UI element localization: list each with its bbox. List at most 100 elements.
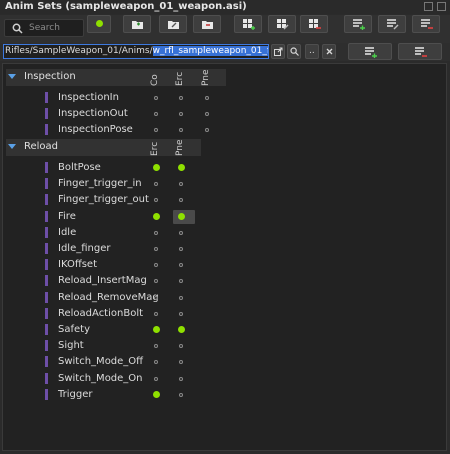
inactive-dot-icon[interactable] bbox=[154, 344, 158, 349]
group-header-inspection[interactable]: Inspection bbox=[6, 69, 226, 86]
inactive-dot-icon[interactable] bbox=[179, 360, 183, 365]
add-anim-button[interactable] bbox=[123, 15, 151, 33]
search-icon bbox=[12, 23, 23, 34]
inactive-dot-icon[interactable] bbox=[154, 182, 158, 187]
item-label: Fire bbox=[58, 210, 76, 222]
inactive-dot-icon[interactable] bbox=[179, 279, 183, 284]
edit-column-button[interactable] bbox=[268, 15, 296, 33]
list-item[interactable]: Fire bbox=[3, 209, 443, 225]
active-dot-icon[interactable] bbox=[177, 164, 185, 171]
list-item[interactable]: Reload_InsertMag bbox=[3, 273, 443, 289]
inactive-dot-icon[interactable] bbox=[179, 295, 183, 300]
status-button[interactable] bbox=[87, 15, 111, 33]
expand-triangle-icon[interactable] bbox=[8, 144, 16, 149]
item-label: Finger_trigger_out bbox=[58, 194, 149, 206]
add-row-button[interactable] bbox=[344, 15, 372, 33]
anim-marker-icon bbox=[45, 388, 48, 400]
inactive-dot-icon[interactable] bbox=[154, 230, 158, 235]
inactive-dot-icon[interactable] bbox=[205, 128, 209, 133]
inactive-dot-icon[interactable] bbox=[154, 311, 158, 316]
list-item[interactable]: BoltPose bbox=[3, 160, 443, 176]
inactive-dot-icon[interactable] bbox=[205, 96, 209, 100]
list-item[interactable]: Finger_trigger_out bbox=[3, 192, 443, 208]
inactive-dot-icon[interactable] bbox=[179, 230, 183, 235]
list-item[interactable]: Idle_finger bbox=[3, 241, 443, 257]
float-icon[interactable] bbox=[424, 2, 433, 11]
inactive-dot-icon[interactable] bbox=[179, 182, 183, 187]
inactive-dot-icon[interactable] bbox=[179, 198, 183, 203]
anim-marker-icon bbox=[45, 178, 48, 190]
remove-row-button-2[interactable] bbox=[398, 43, 442, 60]
active-dot-icon[interactable] bbox=[152, 326, 160, 333]
list-item[interactable]: Sight bbox=[3, 338, 443, 354]
inactive-dot-icon[interactable] bbox=[154, 128, 158, 133]
active-dot-icon[interactable] bbox=[152, 390, 160, 398]
add-column-button[interactable] bbox=[234, 15, 262, 33]
inactive-dot-icon[interactable] bbox=[205, 112, 209, 117]
list-item[interactable]: ReloadActionBolt bbox=[3, 306, 443, 322]
inactive-dot-icon[interactable] bbox=[154, 376, 158, 381]
expand-triangle-icon[interactable] bbox=[8, 74, 16, 79]
list-item[interactable]: Safety bbox=[3, 322, 443, 338]
inactive-dot-icon[interactable] bbox=[179, 263, 183, 268]
inactive-dot-icon[interactable] bbox=[154, 112, 158, 117]
close-path-button[interactable] bbox=[322, 44, 336, 59]
active-dot-icon[interactable] bbox=[152, 212, 160, 220]
active-dot-icon[interactable] bbox=[177, 212, 185, 220]
remove-column-button[interactable] bbox=[300, 15, 328, 33]
list-item[interactable]: IKOffset bbox=[3, 257, 443, 273]
inactive-dot-icon[interactable] bbox=[154, 198, 158, 203]
inactive-dot-icon[interactable] bbox=[179, 392, 183, 397]
inactive-dot-icon[interactable] bbox=[154, 96, 158, 100]
add-file-icon bbox=[132, 21, 143, 29]
inactive-dot-icon[interactable] bbox=[179, 376, 183, 381]
inactive-dot-icon[interactable] bbox=[154, 279, 158, 284]
add-row-button-2[interactable] bbox=[348, 43, 392, 60]
item-label: Idle_finger bbox=[58, 243, 111, 254]
inactive-dot-icon[interactable] bbox=[154, 295, 158, 300]
list-add-icon bbox=[353, 19, 365, 30]
inactive-dot-icon[interactable] bbox=[154, 247, 158, 251]
list-item[interactable]: Reload_RemoveMag bbox=[3, 290, 443, 306]
grid-remove-icon bbox=[309, 19, 321, 29]
active-dot-icon[interactable] bbox=[177, 326, 185, 333]
inactive-dot-icon[interactable] bbox=[179, 311, 183, 316]
remove-folder-button[interactable] bbox=[193, 15, 221, 33]
close-icon[interactable] bbox=[437, 2, 446, 11]
open-external-button[interactable] bbox=[271, 44, 285, 59]
inactive-dot-icon[interactable] bbox=[179, 96, 183, 100]
item-label: InspectionIn bbox=[58, 92, 119, 103]
anim-marker-icon bbox=[45, 372, 48, 384]
search-placeholder: Search bbox=[29, 23, 60, 33]
inactive-dot-icon[interactable] bbox=[179, 344, 183, 349]
item-label: InspectionOut bbox=[58, 108, 128, 120]
find-button[interactable] bbox=[287, 44, 301, 59]
inactive-dot-icon[interactable] bbox=[154, 360, 158, 365]
list-item[interactable]: InspectionPose bbox=[3, 122, 443, 138]
column-header: Pne bbox=[175, 139, 185, 156]
path-field[interactable]: Rifles/SampleWeapon_01/Anims/w_rfl_sampl… bbox=[3, 44, 269, 59]
folder-edit-icon bbox=[168, 21, 179, 29]
list-item[interactable]: Switch_Mode_Off bbox=[3, 354, 443, 370]
inactive-dot-icon[interactable] bbox=[179, 247, 183, 251]
list-item[interactable]: Trigger bbox=[3, 387, 443, 403]
list-item[interactable]: Switch_Mode_On bbox=[3, 371, 443, 387]
list-item[interactable]: Idle bbox=[3, 225, 443, 241]
parent-dir-button[interactable]: .. bbox=[305, 44, 319, 59]
group-header-reload[interactable]: Reload bbox=[6, 139, 201, 156]
inactive-dot-icon[interactable] bbox=[179, 128, 183, 133]
inactive-dot-icon[interactable] bbox=[179, 112, 183, 117]
anim-marker-icon bbox=[45, 324, 48, 335]
inactive-dot-icon[interactable] bbox=[154, 263, 158, 268]
edit-folder-button[interactable] bbox=[159, 15, 187, 33]
search-icon bbox=[290, 47, 299, 56]
list-item[interactable]: Finger_trigger_in bbox=[3, 176, 443, 192]
edit-row-button[interactable] bbox=[378, 15, 406, 33]
path-prefix: Rifles/SampleWeapon_01/Anims/ bbox=[5, 46, 153, 56]
remove-row-button[interactable] bbox=[412, 15, 440, 33]
title-bar: Anim Sets (sampleweapon_01_weapon.asi) bbox=[0, 0, 450, 14]
list-item[interactable]: InspectionOut bbox=[3, 106, 443, 122]
list-item[interactable]: InspectionIn bbox=[3, 90, 443, 106]
active-dot-icon[interactable] bbox=[152, 164, 160, 171]
search-input[interactable]: Search bbox=[4, 19, 84, 37]
